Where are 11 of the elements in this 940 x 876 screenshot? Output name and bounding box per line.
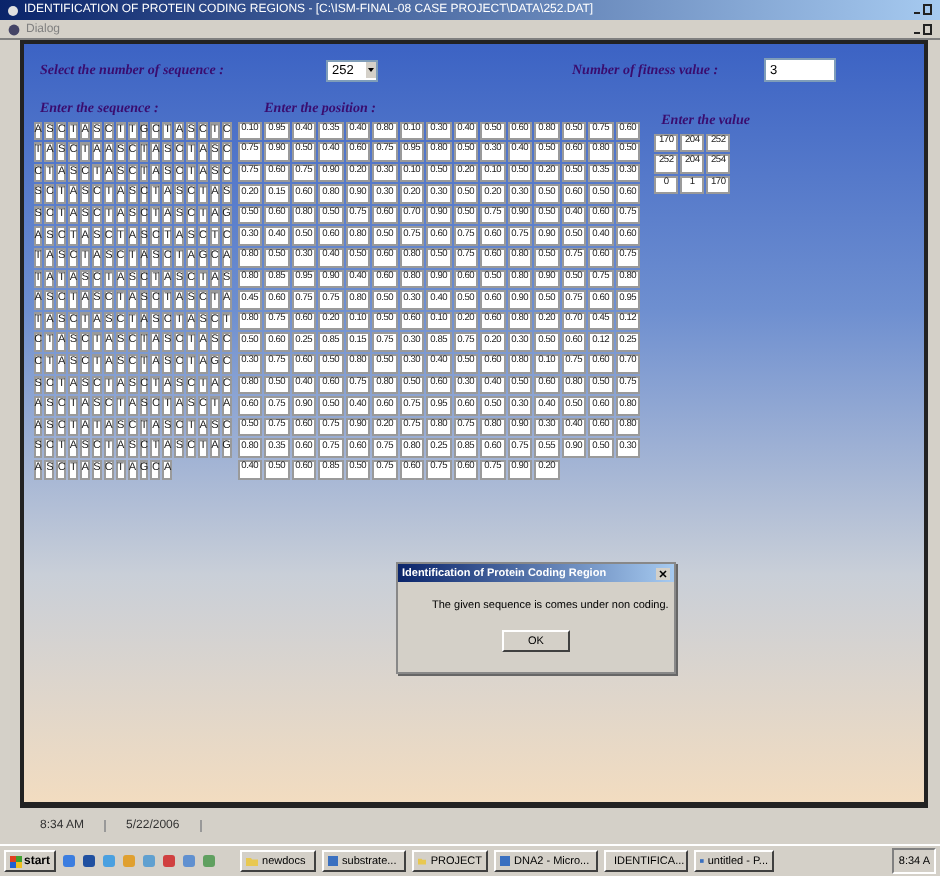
dropdown-arrow-icon [366, 62, 376, 78]
app-window-icon [328, 856, 339, 866]
close-icon[interactable] [656, 567, 670, 579]
folder-icon [418, 856, 427, 866]
app-window-icon [500, 856, 511, 866]
window-controls-icon [914, 23, 932, 35]
app-icon [8, 5, 18, 15]
window-controls-icon [914, 4, 932, 16]
dialog-icon [8, 23, 20, 35]
folder-icon [246, 856, 259, 866]
windows-flag-icon [10, 855, 22, 867]
